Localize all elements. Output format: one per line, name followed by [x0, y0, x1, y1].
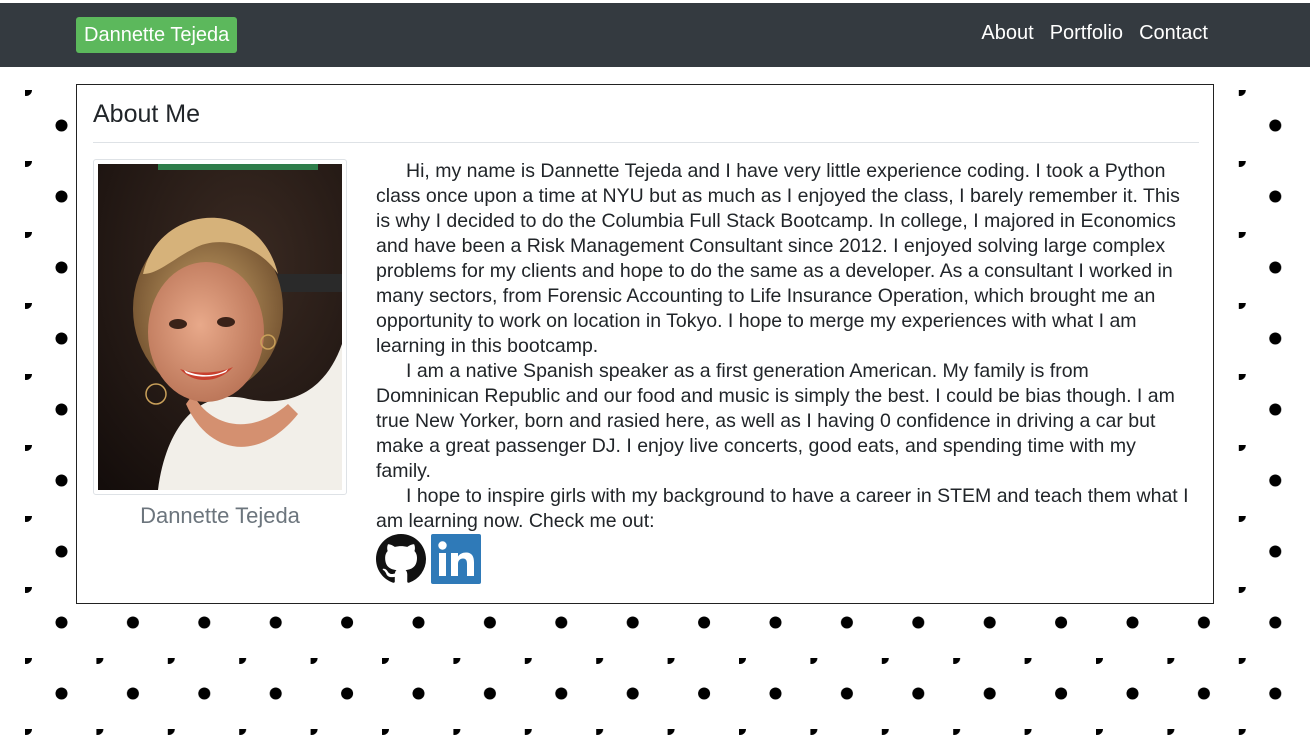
- photo-caption: Dannette Tejeda: [140, 503, 300, 528]
- nav-links: About Portfolio Contact: [981, 20, 1208, 46]
- card-title: About Me: [93, 100, 201, 128]
- linkedin-icon: [431, 534, 481, 584]
- top-navbar: Dannette Tejeda About Portfolio Contact: [0, 3, 1310, 67]
- linkedin-link[interactable]: [431, 534, 481, 584]
- nav-link-portfolio[interactable]: Portfolio: [1050, 20, 1123, 46]
- nav-link-about[interactable]: About: [981, 20, 1033, 46]
- title-divider: [93, 142, 1199, 143]
- brand-link[interactable]: Dannette Tejeda: [76, 17, 238, 53]
- github-link[interactable]: [376, 534, 426, 584]
- about-card: About Me Dannette Tejeda Hi, my name is …: [76, 84, 1214, 604]
- profile-photo: [98, 164, 342, 490]
- bio-paragraph-1: Hi, my name is Dannette Tejeda and I hav…: [376, 160, 1180, 357]
- github-icon: [376, 534, 426, 583]
- bio-paragraph-3: I hope to inspire girls with my backgrou…: [376, 485, 1189, 532]
- profile-photo-frame: [93, 159, 347, 495]
- bio-text: Hi, my name is Dannette Tejeda and I hav…: [376, 159, 1196, 534]
- bio-paragraph-2: I am a native Spanish speaker as a first…: [376, 360, 1175, 482]
- social-links: [376, 534, 481, 584]
- nav-link-contact[interactable]: Contact: [1139, 20, 1208, 46]
